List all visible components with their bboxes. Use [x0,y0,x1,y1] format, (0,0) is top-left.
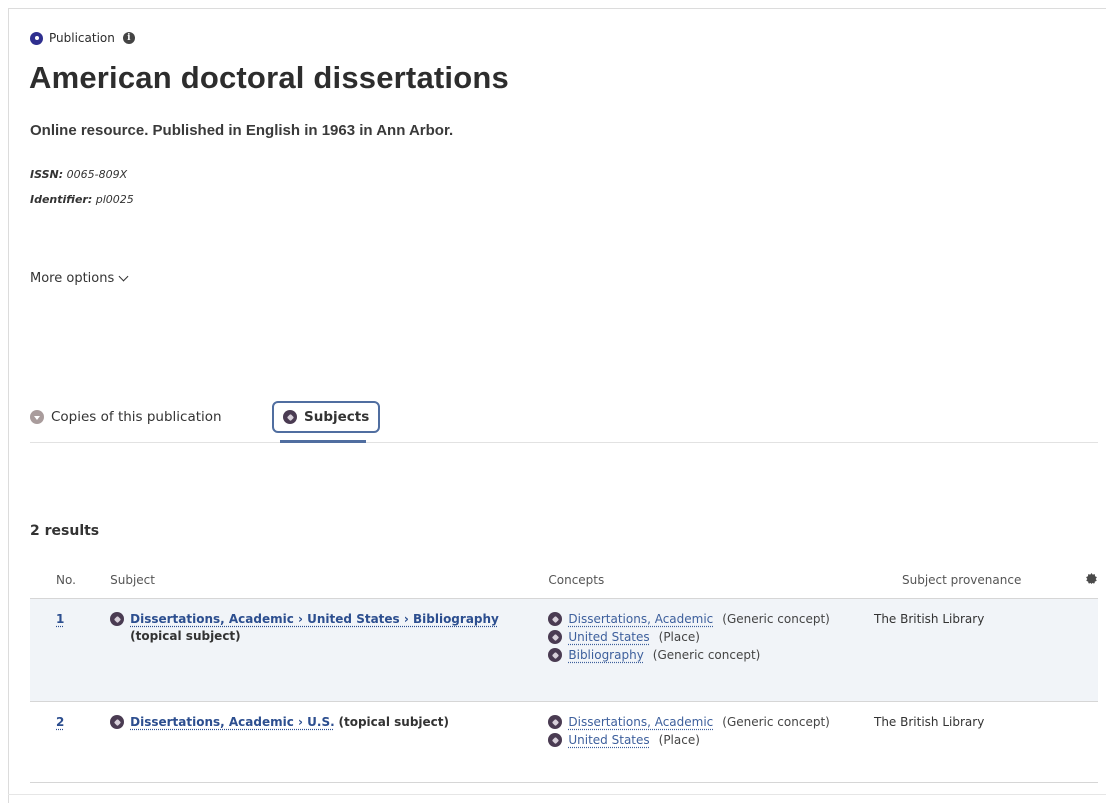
gear-icon [1086,573,1097,584]
issn-label: ISSN: [30,168,64,181]
concept-type: (Generic concept) [652,648,761,662]
concept-link[interactable]: Dissertations, Academic [568,612,713,626]
table-settings-button[interactable] [1085,562,1098,599]
publication-dot-icon [30,31,43,45]
subject-link[interactable]: Dissertations, Academic › United States … [130,612,499,626]
tab-copies-label: Copies of this publication [51,409,222,425]
concept-type: (Generic concept) [722,715,830,729]
identifier-label: Identifier: [30,193,93,206]
page-title: American doctoral dissertations [29,60,509,95]
tab-selected-indicator [280,440,366,443]
column-header-provenance: Subject provenance [874,562,1085,599]
concept-type: (Place) [658,733,700,747]
concept-icon [548,733,563,747]
results-count: 2 results [30,523,100,539]
tab-subjects[interactable]: Subjects [272,401,381,433]
concept-icon [548,715,563,729]
publication-type-label: Publication [49,31,115,45]
row-number-link[interactable]: 2 [56,715,64,729]
publication-description: Online resource. Published in English in… [30,122,454,139]
column-header-subject: Subject [109,562,548,599]
subject-icon [110,612,125,626]
subject-type: (topical subject) [130,629,241,643]
concept-link[interactable]: Bibliography [568,648,643,662]
subjects-table: No. Subject Concepts Subject provenance … [30,562,1098,783]
table-header-row: No. Subject Concepts Subject provenance [30,562,1098,599]
subject-provenance: The British Library [874,701,1085,783]
tab-bar: Copies of this publication Subjects [30,400,1098,443]
subject-type: (topical subject) [338,715,450,729]
concept-item: Bibliography (Generic concept) [548,648,873,662]
subject-icon [110,715,125,729]
concept-link[interactable]: United States [568,733,649,747]
concept-icon [548,612,563,626]
copies-icon [30,410,44,424]
identifier-line: Identifier: pl0025 [30,193,134,206]
column-header-no: No. [30,562,110,599]
identifier-value: pl0025 [95,193,134,206]
concept-type: (Place) [658,630,700,644]
subject-provenance: The British Library [874,598,1085,702]
concept-item: Dissertations, Academic (Generic concept… [548,715,873,729]
concept-icon [548,630,563,644]
chevron-down-icon [118,271,129,282]
concept-link[interactable]: United States [568,630,649,644]
concept-link[interactable]: Dissertations, Academic [568,715,713,729]
concept-icon [548,648,563,662]
more-options-button[interactable]: More options [30,271,129,286]
publication-type: Publication i [30,31,135,45]
tab-copies[interactable]: Copies of this publication [30,409,222,425]
concept-item: United States (Place) [548,630,873,644]
subject-icon [283,410,297,424]
concept-type: (Generic concept) [722,612,830,626]
table-row: 1 Dissertations, Academic › United State… [30,598,1098,702]
issn-value: 0065-809X [66,168,128,181]
subject-link[interactable]: Dissertations, Academic › U.S. [130,715,335,729]
column-header-concepts: Concepts [547,562,874,599]
row-number-link[interactable]: 1 [56,612,64,626]
more-options-label: More options [30,271,115,286]
concept-item: Dissertations, Academic (Generic concept… [548,612,873,626]
info-icon[interactable]: i [122,32,135,44]
table-row: 2 Dissertations, Academic › U.S. (topica… [30,701,1098,783]
page-bottom-divider [8,794,1106,795]
concept-item: United States (Place) [548,733,873,747]
tab-subjects-label: Subjects [304,409,370,425]
issn-line: ISSN: 0065-809X [30,168,127,181]
